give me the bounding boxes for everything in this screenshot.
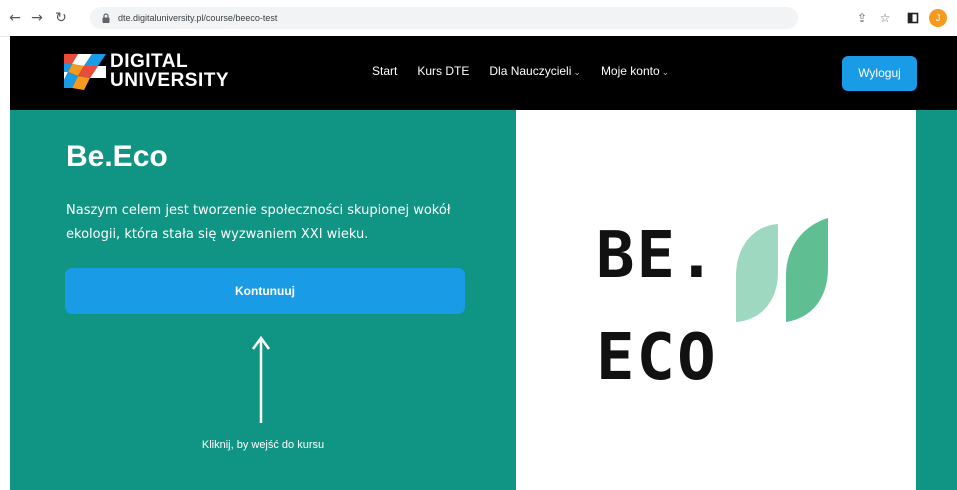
profile-avatar[interactable]: J — [929, 9, 947, 27]
logo-text: DIGITAL UNIVERSITY — [110, 52, 229, 90]
lock-icon — [102, 13, 110, 23]
star-icon[interactable]: ☆ — [876, 9, 894, 27]
sidebar-icon[interactable] — [904, 9, 922, 27]
browser-toolbar: ← → ↻ dte.digitaluniversity.pl/course/be… — [0, 0, 957, 37]
be-eco-logo: BE. ECO — [596, 214, 836, 404]
page-title: Be.Eco — [66, 140, 168, 173]
reload-icon[interactable]: ↻ — [52, 9, 70, 27]
nav-label: Moje konto — [600, 64, 660, 78]
leaf-icon — [736, 218, 828, 322]
digital-university-logo[interactable]: DIGITAL UNIVERSITY — [64, 52, 229, 94]
logo-mark-icon — [64, 54, 106, 90]
chevron-down-icon: ⌄ — [573, 67, 581, 77]
continue-button[interactable]: Kontunuuj — [65, 268, 465, 314]
logout-button[interactable]: Wyloguj — [842, 56, 917, 91]
brand-line-eco: ECO — [596, 321, 718, 395]
nav-item-moje-konto[interactable]: Moje konto ⌄ — [601, 64, 669, 78]
url-text: dte.digitaluniversity.pl/course/beeco-te… — [118, 13, 278, 23]
nav-label: Dla Nauczycieli — [489, 64, 572, 78]
address-bar[interactable]: dte.digitaluniversity.pl/course/beeco-te… — [90, 7, 798, 29]
site-header: DIGITAL UNIVERSITY Start Kurs DTE Dla Na… — [10, 36, 957, 110]
forward-arrow-icon[interactable]: → — [28, 9, 46, 27]
brand-line-be: BE. — [596, 219, 718, 293]
back-arrow-icon[interactable]: ← — [6, 9, 24, 27]
arrow-up-icon — [251, 335, 271, 423]
nav-label: Start — [372, 64, 398, 78]
nav-item-start[interactable]: Start — [372, 64, 397, 78]
logo-line-digital: DIGITAL — [110, 51, 189, 72]
logo-line-university: UNIVERSITY — [110, 70, 230, 91]
course-image: BE. ECO — [516, 110, 916, 490]
chevron-down-icon: ⌄ — [661, 67, 670, 77]
nav-label: Kurs DTE — [417, 64, 470, 78]
nav-item-dla-nauczycieli[interactable]: Dla Nauczycieli ⌄ — [489, 64, 581, 78]
share-icon[interactable]: ⇪ — [853, 9, 871, 27]
hero-panel: Be.Eco Naszym celem jest tworzenie społe… — [10, 110, 516, 490]
nav-item-kurs-dte[interactable]: Kurs DTE — [417, 64, 469, 78]
right-edge-band — [916, 110, 957, 490]
main-nav: Start Kurs DTE Dla Nauczycieli ⌄ Moje kon… — [372, 64, 689, 78]
hint-text: Kliknij, by wejść do kursu — [201, 439, 325, 451]
hero-description: Naszym celem jest tworzenie społeczności… — [66, 203, 451, 242]
